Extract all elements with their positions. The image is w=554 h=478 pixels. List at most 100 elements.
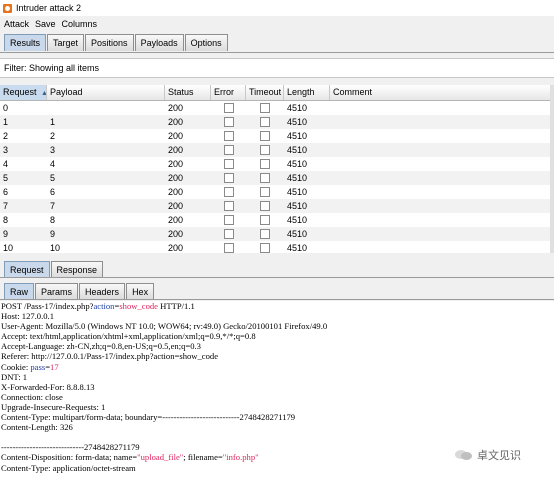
menu-save[interactable]: Save [35, 19, 56, 29]
error-checkbox [223, 201, 234, 212]
request-text: "upload_file" [137, 452, 184, 463]
cell-length: 4510 [287, 215, 308, 225]
table-row[interactable]: 3 3 200 4510 [0, 143, 554, 157]
cell-payload: 7 [50, 201, 56, 211]
cell-status: 200 [168, 131, 184, 141]
table-row[interactable]: 4 4 200 4510 [0, 157, 554, 171]
cell-length: 4510 [287, 159, 308, 169]
request-line: Content-Type: application/octet-stream [0, 463, 554, 473]
cell-error [211, 227, 246, 241]
table-scrollbar[interactable] [550, 85, 554, 253]
error-checkbox [223, 215, 234, 226]
cell-length: 4510 [287, 201, 308, 211]
cell-comment [330, 241, 554, 253]
request-line: X-Forwarded-For: 8.8.8.13 [0, 382, 554, 392]
tab-payloads[interactable]: Payloads [134, 34, 184, 51]
table-row[interactable]: 1 1 200 4510 [0, 115, 554, 129]
request-line: Connection: close [0, 392, 554, 402]
view-tab-divider [0, 299, 554, 300]
column-header-error[interactable]: Error [211, 85, 246, 100]
cell-comment [330, 115, 554, 129]
table-row[interactable]: 2 2 200 4510 [0, 129, 554, 143]
cell-comment [330, 227, 554, 241]
table-row[interactable]: 5 5 200 4510 [0, 171, 554, 185]
cell-status: 200 [168, 215, 184, 225]
column-header-comment[interactable]: Comment [330, 85, 554, 100]
error-checkbox [223, 117, 234, 128]
cell-length: 4510 [287, 243, 308, 253]
request-line: Content-Length: 326 [0, 422, 554, 432]
request-text: Host: 127.0.0.1 [1, 311, 54, 322]
table-row[interactable]: 8 8 200 4510 [0, 213, 554, 227]
cell-length: 4510 [287, 229, 308, 239]
cell-length: 4510 [287, 117, 308, 127]
table-row[interactable]: 6 6 200 4510 [0, 185, 554, 199]
cell-length: 4510 [287, 173, 308, 183]
request-text: Accept-Language: zh-CN,zh;q=0.8,en-US;q=… [1, 341, 201, 352]
burp-app-icon [3, 3, 12, 13]
tab-headers[interactable]: Headers [79, 283, 126, 299]
cell-status: 200 [168, 243, 184, 253]
error-checkbox [223, 131, 234, 142]
tab-raw[interactable]: Raw [4, 283, 35, 299]
request-text: POST /Pass-17/index.php? [1, 301, 94, 311]
column-header-payload[interactable]: Payload [47, 85, 165, 100]
table-row[interactable]: 7 7 200 4510 [0, 199, 554, 213]
tab-target[interactable]: Target [47, 34, 85, 51]
cell-error [211, 185, 246, 199]
request-text: Connection: close [1, 391, 63, 402]
table-row[interactable]: 9 9 200 4510 [0, 227, 554, 241]
error-checkbox [223, 103, 234, 114]
cell-length: 4510 [287, 145, 308, 155]
cell-payload: 6 [50, 187, 56, 197]
cell-comment [330, 213, 554, 227]
request-line: Accept-Language: zh-CN,zh;q=0.8,en-US;q=… [0, 341, 554, 351]
tab-params[interactable]: Params [35, 283, 79, 299]
tab-results[interactable]: Results [4, 34, 47, 51]
tab-response[interactable]: Response [50, 261, 104, 277]
request-line: Cookie: pass=17 [0, 362, 554, 372]
watermark: 卓文见识 [455, 447, 521, 463]
table-row[interactable]: 0 200 4510 [0, 101, 554, 115]
table-row[interactable]: 10 10 200 4510 [0, 241, 554, 253]
cell-status: 200 [168, 201, 184, 211]
filter-bar[interactable]: Filter: Showing all items [0, 58, 554, 78]
cell-payload: 8 [50, 215, 56, 225]
request-line: Host: 127.0.0.1 [0, 311, 554, 321]
cell-error [211, 115, 246, 129]
request-text: Referer: http://127.0.0.1/Pass-17/index.… [1, 351, 219, 362]
timeout-checkbox [260, 131, 270, 142]
tab-options[interactable]: Options [184, 34, 228, 51]
request-text: Upgrade-Insecure-Requests: 1 [1, 401, 106, 412]
request-text: 17 [50, 361, 59, 372]
request-text: -----------------------------27484282711… [1, 442, 140, 453]
cell-timeout [246, 241, 284, 253]
tab-positions[interactable]: Positions [85, 34, 134, 51]
column-header-status[interactable]: Status [165, 85, 211, 100]
cell-timeout [246, 213, 284, 227]
request-line: Accept: text/html,application/xhtml+xml,… [0, 331, 554, 341]
menu-columns[interactable]: Columns [62, 19, 98, 29]
tab-hex[interactable]: Hex [126, 283, 155, 299]
cell-status: 200 [168, 117, 184, 127]
request-line: POST /Pass-17/index.php?action=show_code… [0, 301, 554, 311]
request-text: show_code [119, 301, 158, 311]
cell-payload: 5 [50, 173, 56, 183]
request-text: Content-Disposition: form-data; name= [1, 452, 138, 463]
cell-payload: 4 [50, 159, 56, 169]
column-header-request[interactable]: Request ▲ [0, 85, 47, 100]
column-header-length[interactable]: Length [284, 85, 330, 100]
tab-request[interactable]: Request [4, 261, 50, 277]
cell-request: 7 [3, 201, 9, 211]
cell-error [211, 101, 246, 115]
cell-timeout [246, 143, 284, 157]
cell-payload: 9 [50, 229, 56, 239]
column-header-timeout[interactable]: Timeout [246, 85, 284, 100]
request-text: User-Agent: Mozilla/5.0 (Windows NT 10.0… [1, 321, 328, 332]
cell-request: 1 [3, 117, 9, 127]
wechat-icon [455, 448, 473, 462]
cell-timeout [246, 101, 284, 115]
cell-request: 6 [3, 187, 9, 197]
cell-payload: 1 [50, 117, 56, 127]
menu-attack[interactable]: Attack [4, 19, 29, 29]
